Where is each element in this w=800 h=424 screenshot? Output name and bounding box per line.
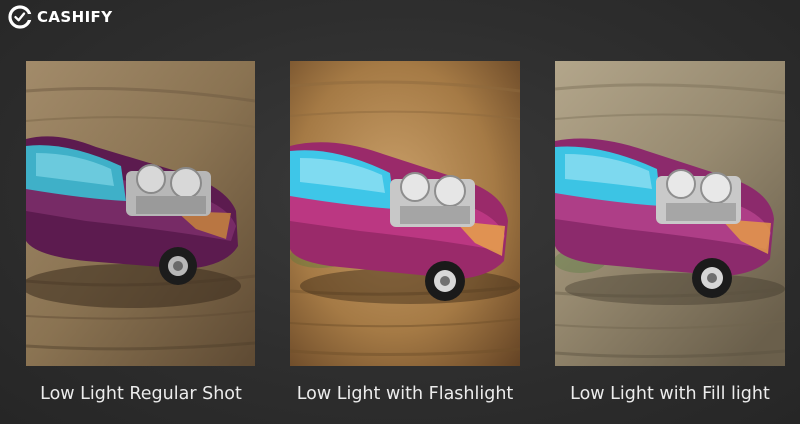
toy-car-photo [555, 61, 785, 366]
toy-car-photo [290, 61, 520, 366]
caption-low-light-fill-light: Low Light with Fill light [570, 384, 770, 404]
photo-low-light-regular [26, 61, 255, 366]
caption-low-light-regular: Low Light Regular Shot [40, 384, 242, 404]
toy-car-photo [26, 61, 255, 366]
brand-name: CASHIFY [37, 8, 113, 26]
photo-low-light-flashlight [290, 61, 520, 366]
photo-low-light-fill-light [555, 61, 785, 366]
caption-low-light-flashlight: Low Light with Flashlight [296, 384, 514, 404]
brand-header: CASHIFY [8, 3, 112, 31]
cashify-logo-icon [8, 5, 32, 29]
